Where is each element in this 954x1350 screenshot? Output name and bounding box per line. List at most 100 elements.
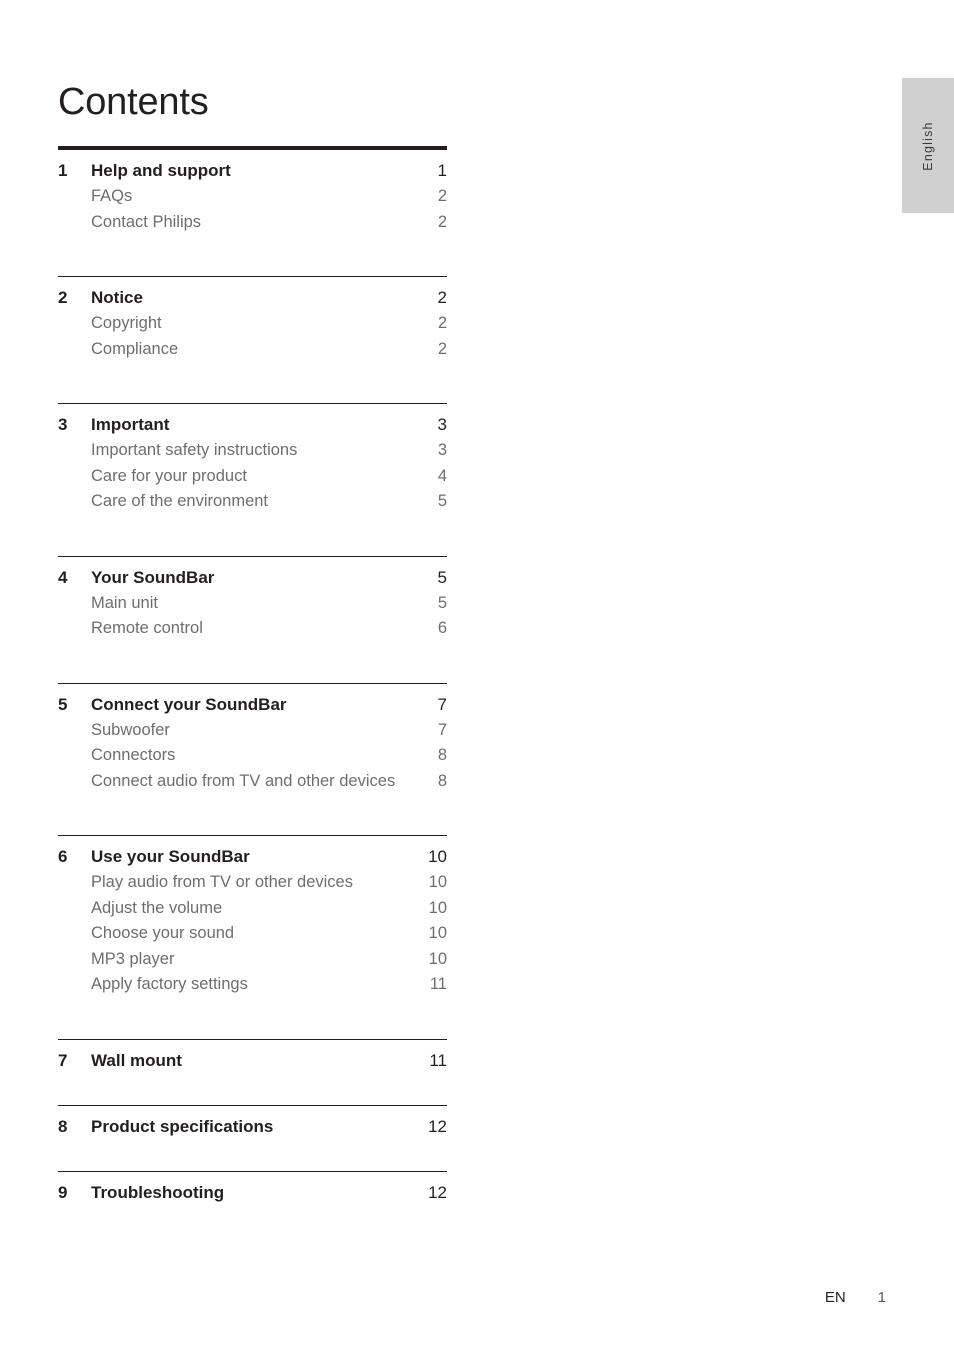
toc-item-label: Remote control: [91, 619, 203, 637]
toc-entry-item[interactable]: Compliance 2: [58, 332, 447, 358]
footer-page-number: 1: [877, 1289, 886, 1306]
toc-entry-heading[interactable]: 5 Connect your SoundBar 7: [58, 684, 447, 713]
toc-entry-heading[interactable]: 6 Use your SoundBar 10: [58, 836, 447, 865]
toc-section: 2 Notice 2 Copyright 2 Compliance 2: [58, 276, 447, 403]
toc-entry-item[interactable]: MP3 player 10: [58, 942, 447, 968]
toc-item-label: MP3 player: [91, 949, 175, 968]
toc-item-page: 5: [437, 593, 447, 612]
toc-item-page: 8: [437, 771, 447, 790]
toc-entry-item[interactable]: Choose your sound 10: [58, 916, 447, 942]
toc-section-title: Product specifications: [91, 1116, 274, 1136]
toc-item-page: 8: [437, 746, 447, 764]
toc-item-label: Play audio from TV or other devices: [91, 873, 353, 891]
toc-item-label: Important safety instructions: [91, 441, 298, 459]
toc-entry-item[interactable]: Care of the environment 5: [58, 484, 447, 510]
toc-entry-item[interactable]: Connect audio from TV and other devices 8: [58, 764, 447, 790]
toc-entry-heading[interactable]: 4 Your SoundBar 5: [58, 557, 447, 586]
toc-entry-item[interactable]: Contact Philips 2: [58, 205, 447, 231]
page-footer: EN 1: [825, 1289, 886, 1306]
toc-section: 6 Use your SoundBar 10 Play audio from TV o…: [58, 835, 447, 1039]
toc-item-label: Compliance: [91, 339, 179, 358]
toc-entry-item[interactable]: Care for your product 4: [58, 459, 447, 485]
toc-entry-item[interactable]: Play audio from TV or other devices 10: [58, 865, 447, 891]
toc-item-page: 5: [437, 492, 447, 510]
toc-section-page: 10: [428, 847, 447, 866]
toc-item-label: Main unit: [91, 593, 158, 612]
toc-entry-heading[interactable]: 2 Notice 2: [58, 277, 447, 306]
toc-entry-heading[interactable]: 8 Product specifications 12: [58, 1106, 447, 1135]
toc-entry-item[interactable]: Important safety instructions 3: [58, 433, 447, 459]
toc-entry-item[interactable]: Main unit 5: [58, 586, 447, 612]
toc-section-title: Important: [91, 415, 170, 434]
toc-item-page: 10: [428, 898, 447, 917]
toc-section-title: Help and support: [91, 161, 231, 180]
toc-entry-item[interactable]: Connectors 8: [58, 738, 447, 764]
toc-item-page: 10: [428, 924, 447, 942]
toc-item-label: FAQs: [91, 187, 133, 205]
toc-section-number: 8: [58, 1116, 68, 1136]
toc-item-page: 2: [437, 339, 447, 358]
toc-section-page: 12: [428, 1182, 447, 1202]
toc-item-page: 10: [428, 949, 447, 968]
toc-item-page: 6: [437, 619, 447, 637]
footer-language-code: EN: [824, 1289, 846, 1306]
toc-section-title: Troubleshooting: [91, 1182, 225, 1202]
toc-section-title: Use your SoundBar: [91, 847, 250, 866]
toc-section-number: 4: [58, 567, 68, 587]
language-tab: English: [902, 78, 954, 213]
toc-item-label: Connectors: [91, 746, 176, 764]
toc-item-label: Care for your product: [91, 466, 247, 485]
toc-entry-heading[interactable]: 3 Important 3: [58, 404, 447, 433]
toc-item-page: 4: [437, 466, 447, 485]
toc-section: 4 Your SoundBar 5 Main unit 5 Remote control 6: [58, 555, 447, 683]
toc-section-page: 7: [437, 694, 447, 714]
toc-entry-item[interactable]: Apply factory settings 11: [58, 967, 447, 993]
toc-section-page: 5: [437, 567, 447, 587]
toc-entry-heading[interactable]: 9 Troubleshooting 12: [58, 1172, 447, 1201]
toc-entry-item[interactable]: Remote control 6: [58, 611, 447, 637]
toc-item-label: Choose your sound: [91, 924, 235, 942]
toc-entry-item[interactable]: Subwoofer 7: [58, 713, 447, 739]
toc-section-number: 1: [58, 161, 68, 180]
toc-entry-item[interactable]: FAQs 2: [58, 179, 447, 205]
toc-item-label: Adjust the volume: [91, 898, 223, 917]
toc-entry-item[interactable]: Adjust the volume 10: [58, 891, 447, 917]
toc-section: 9 Troubleshooting 12: [58, 1170, 447, 1237]
toc-section: 3 Important 3 Important safety instructions…: [58, 403, 447, 556]
toc-section-title: Your SoundBar: [91, 567, 215, 587]
toc-section-number: 5: [58, 694, 68, 714]
toc-item-page: 11: [429, 975, 447, 993]
toc-section-number: 2: [58, 288, 68, 307]
toc-section-page: 11: [429, 1050, 447, 1070]
toc-section-page: 2: [437, 288, 447, 307]
toc-entry-heading[interactable]: 1 Help and support 1: [58, 150, 447, 179]
toc-entry-heading[interactable]: 7 Wall mount 11: [58, 1040, 447, 1069]
toc-section: 1 Help and support 1 FAQs 2 Contact Philips 2: [58, 146, 447, 276]
toc-item-label: Copyright: [91, 314, 162, 332]
toc-item-label: Subwoofer: [91, 720, 170, 739]
toc-section-page: 12: [428, 1116, 447, 1136]
toc-item-page: 2: [437, 187, 447, 205]
toc-section-title: Notice: [91, 288, 143, 307]
toc-entry-item[interactable]: Copyright 2: [58, 306, 447, 332]
toc-item-label: Apply factory settings: [91, 975, 248, 993]
toc-item-label: Contact Philips: [91, 212, 202, 231]
toc-section-page: 1: [437, 161, 447, 180]
toc-section-number: 3: [58, 415, 68, 434]
toc-item-page: 3: [437, 441, 447, 459]
toc-section-number: 6: [58, 847, 68, 866]
toc-item-page: 7: [437, 720, 447, 739]
toc-section-number: 7: [58, 1050, 68, 1070]
toc-section-title: Wall mount: [91, 1050, 182, 1070]
toc-section: 5 Connect your SoundBar 7 Subwoofer 7 Connect…: [58, 682, 447, 836]
toc-item-page: 10: [428, 873, 447, 891]
page-title: Contents: [58, 81, 209, 124]
toc-item-label: Care of the environment: [91, 492, 269, 510]
